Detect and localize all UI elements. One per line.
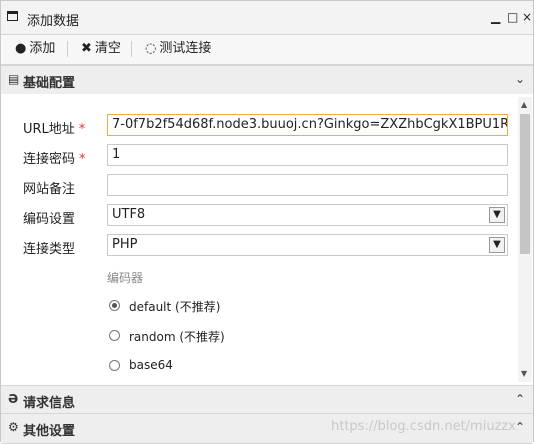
maximize-icon[interactable]: □	[507, 9, 518, 25]
window-icon	[7, 11, 18, 21]
chevron-down-icon[interactable]: ⌄	[515, 72, 525, 86]
add-button[interactable]: ● 添加	[15, 40, 55, 58]
section-basic-config[interactable]: ▤ 基础配置 ⌄	[1, 65, 533, 95]
chevron-up-icon[interactable]: ⌃	[515, 392, 525, 406]
note-label: 网站备注	[23, 182, 76, 197]
radio-base64[interactable]	[109, 360, 120, 371]
watermark: https://blog.csdn.net/miuzzx	[331, 419, 516, 434]
add-icon: ●	[15, 41, 27, 56]
required-mark: *	[78, 122, 86, 137]
chevron-down-icon[interactable]: ▼	[489, 237, 505, 253]
clear-button-label: 清空	[94, 41, 121, 56]
toolbar-separator	[131, 41, 132, 57]
spinner-icon: ◌	[145, 41, 157, 56]
section-title: 请求信息	[23, 396, 76, 411]
scroll-thumb[interactable]	[520, 114, 530, 254]
type-value: PHP	[112, 237, 138, 252]
password-label: 连接密码 *	[23, 152, 86, 167]
chevron-down-icon[interactable]: ▼	[489, 207, 505, 223]
title-bar: 添加数据 ▁ □ ×	[1, 1, 533, 35]
scroll-down-icon[interactable]: ▼	[521, 369, 527, 378]
password-input[interactable]: 1	[107, 144, 508, 166]
encoding-select[interactable]: UTF8 ▼	[107, 204, 508, 226]
clear-button[interactable]: ✖ 清空	[81, 40, 121, 58]
required-mark: *	[79, 152, 86, 167]
encoder-label: 编码器	[107, 271, 144, 285]
add-data-window: 添加数据 ▁ □ × ● 添加 ✖ 清空 ◌ 测试连接 ▤ 基础配置 ⌄ URL地址 *…	[0, 0, 534, 444]
minimize-icon[interactable]: ▁	[491, 9, 500, 25]
test-connection-label: 测试连接	[159, 41, 212, 56]
request-icon: Ə	[8, 392, 19, 406]
note-input[interactable]	[107, 174, 508, 196]
url-input[interactable]: 7-0f7b2f54d68f.node3.buuoj.cn?Ginkgo=ZXZ…	[107, 114, 508, 136]
url-label: URL地址 *	[23, 122, 86, 137]
toolbar-separator	[67, 41, 68, 57]
type-label: 连接类型	[23, 242, 76, 257]
close-icon[interactable]: ×	[522, 9, 532, 25]
encoding-label: 编码设置	[23, 212, 76, 227]
add-button-label: 添加	[29, 41, 56, 56]
chevron-up-icon[interactable]: ⌃	[515, 420, 525, 434]
section-title: 其他设置	[23, 424, 76, 439]
radio-base64-label[interactable]: base64	[129, 358, 173, 372]
test-connection-button[interactable]: ◌ 测试连接	[145, 40, 211, 58]
section-title: 基础配置	[23, 76, 76, 91]
form-scrollbar[interactable]: ▲ ▼	[518, 97, 532, 382]
toolbar: ● 添加 ✖ 清空 ◌ 测试连接	[1, 35, 533, 65]
gear-icon: ⚙	[8, 420, 19, 434]
radio-random[interactable]	[109, 330, 120, 341]
document-icon: ▤	[8, 72, 20, 86]
scroll-up-icon[interactable]: ▲	[521, 100, 527, 109]
encoding-value: UTF8	[112, 207, 146, 222]
radio-default-label[interactable]: default (不推荐)	[129, 298, 220, 315]
clear-icon: ✖	[81, 41, 92, 56]
type-select[interactable]: PHP ▼	[107, 234, 508, 256]
radio-random-label[interactable]: random (不推荐)	[129, 328, 225, 345]
window-title: 添加数据	[27, 14, 80, 29]
section-request-info[interactable]: Ə 请求信息 ⌃	[1, 385, 533, 415]
radio-default[interactable]	[109, 300, 120, 311]
